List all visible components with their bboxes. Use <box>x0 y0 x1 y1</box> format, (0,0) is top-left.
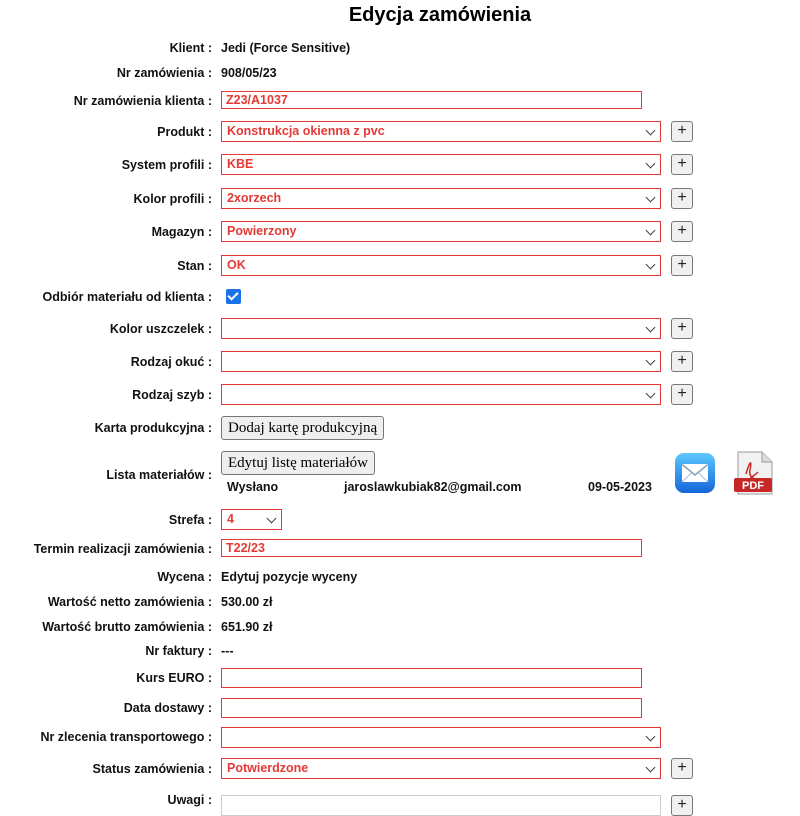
produkt-label: Produkt : <box>157 125 212 139</box>
uwagi-select[interactable] <box>221 795 661 816</box>
stan-selected-value: OK <box>227 258 246 272</box>
edit-pricing-link[interactable]: Edytuj pozycje wyceny <box>221 569 357 585</box>
nr-faktury-value: --- <box>221 644 234 658</box>
produkt-selected-value: Konstrukcja okienna z pvc <box>227 124 385 138</box>
klient-label: Klient : <box>169 41 212 55</box>
odbior-materialu-checkbox[interactable] <box>226 289 241 304</box>
chevron-down-icon <box>645 259 656 270</box>
add-rodzaj-szyb-button[interactable]: + <box>671 384 693 405</box>
rodzaj-szyb-select[interactable] <box>221 384 661 405</box>
kolor-uszczelek-label: Kolor uszczelek : <box>109 322 212 336</box>
rodzaj-szyb-label: Rodzaj szyb : <box>132 388 212 402</box>
add-magazyn-button[interactable]: + <box>671 221 693 242</box>
chevron-down-icon <box>645 125 656 136</box>
stan-label: Stan : <box>177 259 212 273</box>
wartosc-brutto-value: 651.90 zł <box>221 620 273 634</box>
add-rodzaj-okuc-button[interactable]: + <box>671 351 693 372</box>
data-dostawy-label: Data dostawy : <box>123 701 212 715</box>
lista-materialow-label: Lista materiałów : <box>106 468 212 482</box>
rodzaj-okuc-select[interactable] <box>221 351 661 372</box>
chevron-down-icon <box>645 762 656 773</box>
status-zamowienia-select[interactable]: Potwierdzone <box>221 758 661 779</box>
chevron-down-icon <box>645 158 656 169</box>
kolor-profili-select[interactable]: 2xorzech <box>221 188 661 209</box>
add-system-profili-button[interactable]: + <box>671 154 693 175</box>
nr-faktury-label: Nr faktury : <box>145 644 212 658</box>
system-profili-select[interactable]: KBE <box>221 154 661 175</box>
klient-value: Jedi (Force Sensitive) <box>221 41 351 55</box>
nr-zamowienia-klienta-label: Nr zamówienia klienta : <box>73 94 212 108</box>
termin-realizacji-label: Termin realizacji zamówienia : <box>33 542 212 556</box>
wycena-label: Wycena : <box>157 570 212 584</box>
add-status-zamowienia-button[interactable]: + <box>671 758 693 779</box>
materials-sent-date: 09-05-2023 <box>588 480 652 494</box>
nr-zamowienia-value: 908/05/23 <box>221 66 277 80</box>
materials-sent-email: jaroslawkubiak82@gmail.com <box>344 480 522 494</box>
strefa-select[interactable]: 4 <box>221 509 282 530</box>
rodzaj-okuc-label: Rodzaj okuć : <box>130 355 212 369</box>
wartosc-netto-value: 530.00 zł <box>221 595 273 609</box>
materials-sent-status: Wysłano <box>227 480 279 494</box>
add-production-card-button[interactable]: Dodaj kartę produkcyjną <box>221 416 385 440</box>
system-profili-selected-value: KBE <box>227 157 254 171</box>
magazyn-label: Magazyn : <box>151 225 212 239</box>
nr-zlecenia-transportowego-select[interactable] <box>221 727 661 748</box>
pdf-icon-text: PDF <box>742 480 764 492</box>
chevron-down-icon <box>645 731 656 742</box>
kolor-uszczelek-select[interactable] <box>221 318 661 339</box>
status-zamowienia-label: Status zamówienia : <box>92 762 212 776</box>
strefa-selected-value: 4 <box>227 512 234 526</box>
add-stan-button[interactable]: + <box>671 255 693 276</box>
nr-zamowienia-label: Nr zamówienia : <box>116 66 212 80</box>
chevron-down-icon <box>266 513 277 524</box>
strefa-label: Strefa : <box>168 513 212 527</box>
magazyn-select[interactable]: Powierzony <box>221 221 661 242</box>
mail-icon[interactable] <box>674 452 716 494</box>
uwagi-label: Uwagi : <box>167 793 212 807</box>
nr-zamowienia-klienta-input[interactable]: Z23/A1037 <box>221 91 642 109</box>
pdf-icon[interactable]: PDF <box>732 450 776 496</box>
wartosc-brutto-label: Wartość brutto zamówienia : <box>42 620 212 634</box>
stan-select[interactable]: OK <box>221 255 661 276</box>
kolor-profili-label: Kolor profili : <box>133 192 212 206</box>
chevron-down-icon <box>645 192 656 203</box>
kurs-euro-input[interactable] <box>221 668 642 688</box>
wartosc-netto-label: Wartość netto zamówienia : <box>47 595 212 609</box>
chevron-down-icon <box>645 388 656 399</box>
nr-zlecenia-transportowego-label: Nr zlecenia transportowego : <box>40 730 212 744</box>
chevron-down-icon <box>645 355 656 366</box>
add-uwagi-button[interactable]: + <box>671 795 693 816</box>
karta-produkcyjna-label: Karta produkcyjna : <box>94 421 212 435</box>
status-zamowienia-selected-value: Potwierdzone <box>227 761 309 775</box>
add-produkt-button[interactable]: + <box>671 121 693 142</box>
data-dostawy-input[interactable] <box>221 698 642 718</box>
chevron-down-icon <box>645 322 656 333</box>
chevron-down-icon <box>645 225 656 236</box>
edit-materials-list-button[interactable]: Edytuj listę materiałów <box>221 451 375 475</box>
termin-realizacji-input[interactable]: T22/23 <box>221 539 642 557</box>
add-kolor-profili-button[interactable]: + <box>671 188 693 209</box>
produkt-select[interactable]: Konstrukcja okienna z pvc <box>221 121 661 142</box>
kurs-euro-label: Kurs EURO : <box>136 671 212 685</box>
page-title: Edycja zamówienia <box>348 4 532 26</box>
magazyn-selected-value: Powierzony <box>227 224 297 238</box>
kolor-profili-selected-value: 2xorzech <box>227 191 282 205</box>
add-kolor-uszczelek-button[interactable]: + <box>671 318 693 339</box>
odbior-materialu-label: Odbiór materiału od klienta : <box>42 290 212 304</box>
system-profili-label: System profili : <box>121 158 212 172</box>
